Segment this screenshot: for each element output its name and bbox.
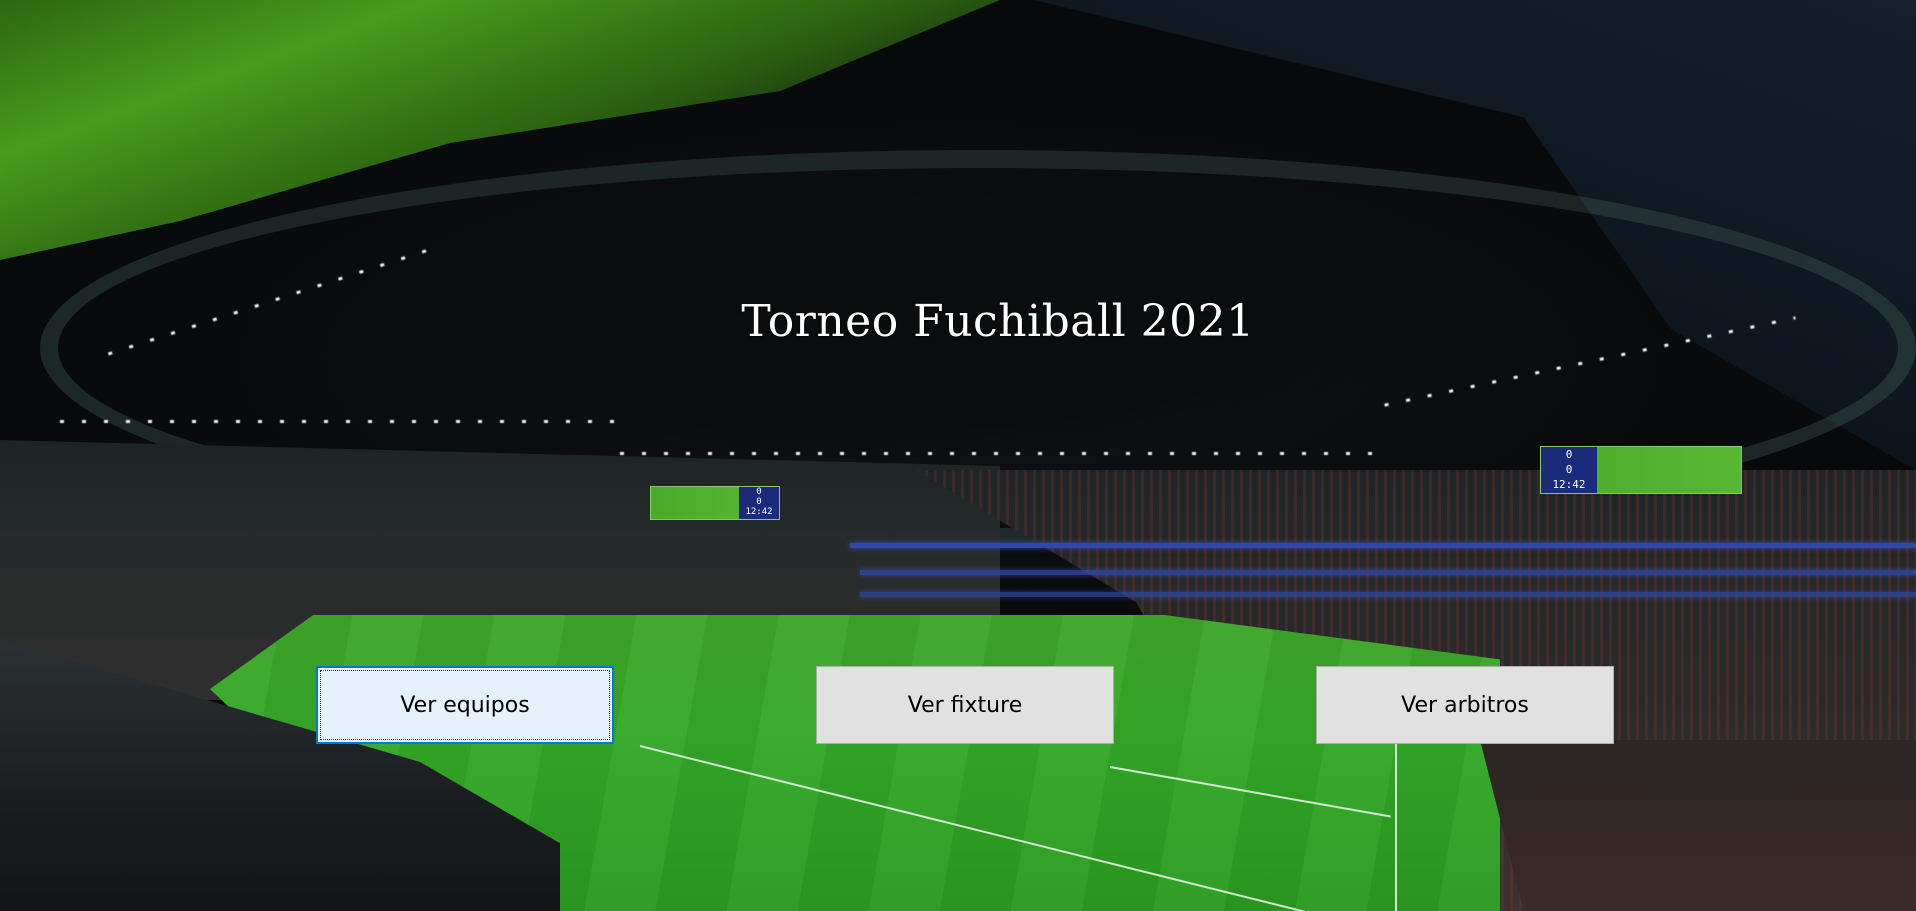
- scoreboard-line: 0: [1565, 463, 1573, 476]
- scoreboard-line: 0: [1565, 448, 1573, 461]
- ver-arbitros-button[interactable]: Ver arbitros: [1316, 666, 1614, 744]
- scoreboard-right: 0 0 12:42: [1540, 446, 1742, 494]
- ad-board: [860, 592, 1916, 597]
- scoreboard-clock: 12:42: [1552, 478, 1586, 491]
- ver-equipos-button[interactable]: Ver equipos: [316, 666, 614, 744]
- scoreboard-line: 0: [756, 497, 762, 507]
- scoreboard-score-panel: 0 0 12:42: [739, 487, 779, 519]
- scoreboard-score-panel: 0 0 12:42: [1541, 447, 1597, 493]
- scoreboard-line: 0: [756, 487, 762, 497]
- pitch-line: [1395, 740, 1397, 911]
- floodlight-row: [60, 420, 620, 423]
- scoreboard-left: 0 0 12:42: [650, 486, 780, 520]
- ver-fixture-button[interactable]: Ver fixture: [816, 666, 1114, 744]
- ad-board: [860, 570, 1916, 575]
- scoreboard-clock: 12:42: [745, 507, 773, 517]
- foreground-crowd: [1480, 740, 1916, 911]
- floodlight-row: [620, 452, 1380, 455]
- ad-board: [850, 543, 1916, 548]
- page-title: Torneo Fuchiball 2021: [741, 296, 1255, 347]
- main-window: 0 0 12:42 0 0 12:42 Torneo Fuchiball 202…: [0, 0, 1916, 911]
